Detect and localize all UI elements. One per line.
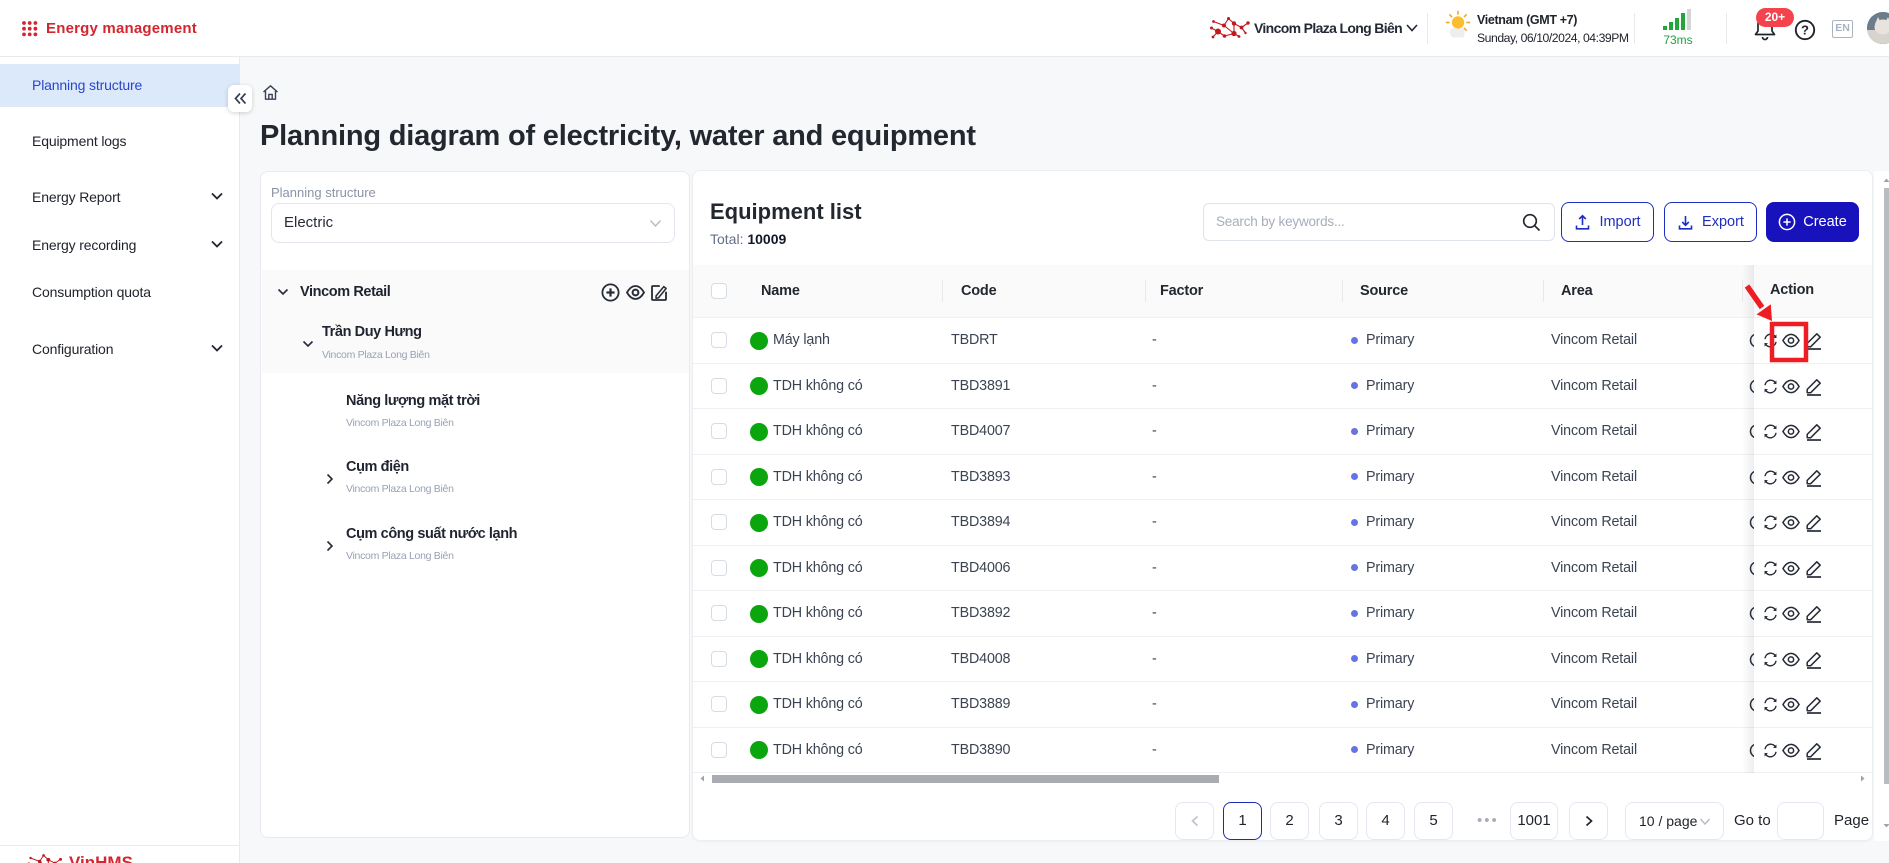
svg-text:?: ? — [1801, 23, 1809, 38]
